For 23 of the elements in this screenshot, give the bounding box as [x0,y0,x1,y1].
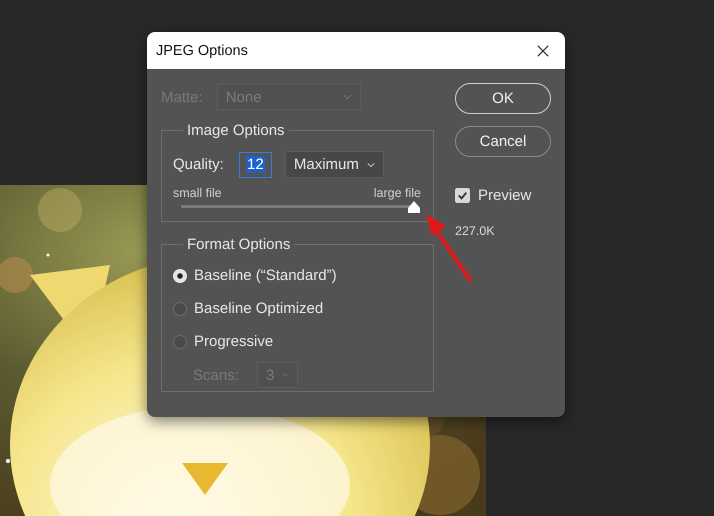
caret-icon [366,162,375,168]
ok-button[interactable]: OK [455,83,551,114]
window-title: JPEG Options [156,42,248,58]
group-title: Format Options [186,236,292,253]
close-icon[interactable] [536,44,550,58]
group-title: Image Options [186,122,286,139]
cancel-button[interactable]: Cancel [455,126,551,157]
file-size: 227.0K [455,224,496,238]
slider-max-label: large file [374,186,421,200]
radio-button[interactable] [173,302,187,316]
radio-label[interactable]: Progressive [194,333,274,350]
quality-dropdown[interactable]: Maximum [284,151,384,178]
slider-min-label: small file [173,186,222,200]
quality-field[interactable]: 12 [238,152,272,178]
radio-button[interactable] [173,334,187,348]
preview-label[interactable]: Preview [478,187,532,204]
caret-icon [342,94,352,100]
preview-checkbox[interactable] [455,188,470,203]
slider-thumb[interactable] [407,200,421,214]
caret-icon [282,372,289,378]
radio-label[interactable]: Baseline Optimized [194,300,324,317]
radio-label[interactable]: Baseline (“Standard”) [194,267,337,284]
quality-label: Quality: [173,156,224,173]
